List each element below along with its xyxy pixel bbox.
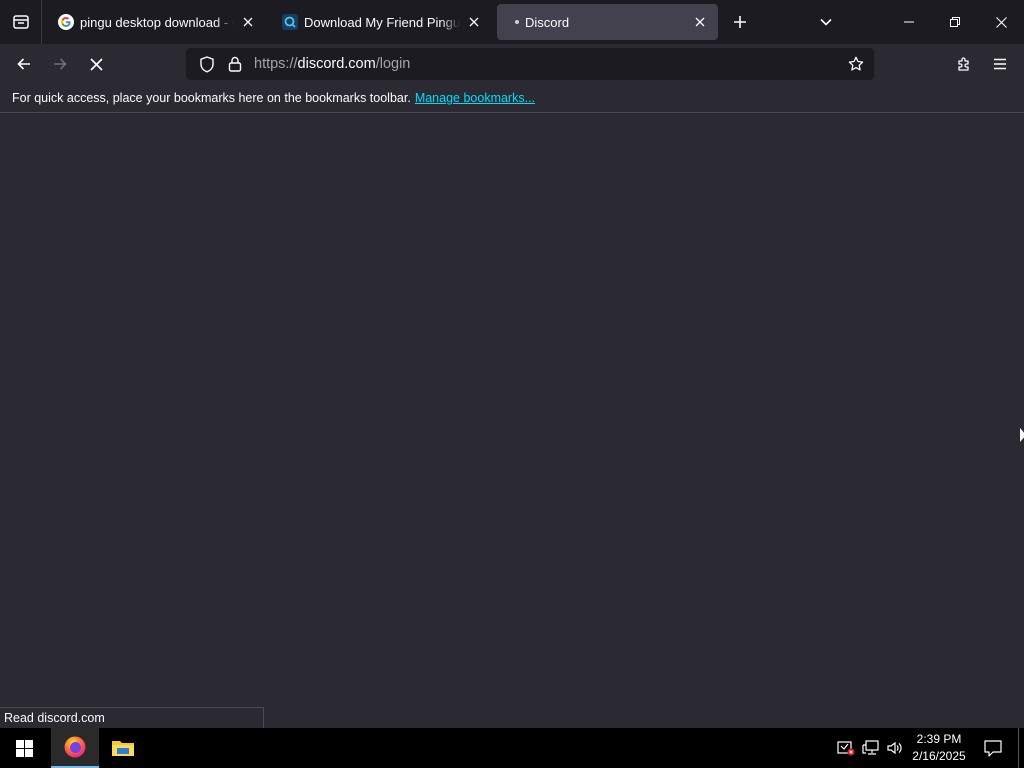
bookmarks-empty-message: For quick access, place your bookmarks h… bbox=[12, 91, 411, 105]
windows-taskbar: 2:39 PM 2/16/2025 bbox=[0, 728, 1024, 768]
taskbar-file-explorer[interactable] bbox=[99, 728, 147, 768]
app-menu-button[interactable] bbox=[984, 48, 1016, 80]
plus-icon bbox=[734, 16, 746, 28]
tab-title: pingu desktop download - Goo bbox=[80, 14, 234, 30]
tab-strip: pingu desktop download - Goo Download My… bbox=[0, 0, 1024, 44]
stop-loading-button[interactable] bbox=[80, 48, 112, 80]
tab-title: Discord bbox=[525, 14, 570, 30]
windows-logo-icon bbox=[15, 739, 33, 757]
tab-download-pingu[interactable]: Download My Friend Pingu by bbox=[272, 4, 492, 40]
back-button[interactable] bbox=[8, 48, 40, 80]
firefox-view-icon bbox=[12, 15, 29, 29]
hamburger-menu-icon bbox=[994, 58, 1006, 70]
bookmark-star-icon[interactable] bbox=[844, 52, 868, 76]
url-path: /login bbox=[375, 56, 411, 72]
close-tab-icon[interactable] bbox=[466, 14, 482, 30]
status-panel: Read discord.com bbox=[0, 707, 264, 728]
stop-x-icon bbox=[89, 57, 103, 71]
firefox-view-button[interactable] bbox=[0, 0, 42, 44]
tracking-protection-shield-icon[interactable] bbox=[192, 55, 222, 73]
minimize-button[interactable] bbox=[886, 0, 932, 44]
mouse-cursor-icon bbox=[1020, 428, 1024, 442]
tab-google-search[interactable]: pingu desktop download - Goo bbox=[48, 4, 266, 40]
google-g-icon bbox=[58, 14, 74, 30]
action-center-button[interactable] bbox=[978, 728, 1008, 768]
forward-button[interactable] bbox=[44, 48, 76, 80]
close-tab-icon[interactable] bbox=[692, 14, 708, 30]
chevron-down-icon bbox=[820, 18, 832, 26]
notification-icon bbox=[984, 739, 1002, 757]
clock-date: 2/16/2025 bbox=[912, 749, 966, 763]
url-scheme: https:// bbox=[254, 56, 298, 72]
minimize-icon bbox=[904, 21, 914, 23]
volume-tray-icon[interactable] bbox=[885, 738, 905, 758]
tab-title: Download My Friend Pingu by bbox=[304, 14, 460, 30]
url-text[interactable]: https://discord.com/login bbox=[254, 56, 410, 72]
page-content-area[interactable] bbox=[0, 113, 1024, 728]
show-desktop-button[interactable] bbox=[1018, 728, 1024, 768]
restore-button[interactable] bbox=[932, 0, 978, 44]
taskbar-clock[interactable]: 2:39 PM 2/16/2025 bbox=[908, 731, 970, 765]
url-host: discord.com bbox=[297, 56, 376, 72]
close-window-button[interactable] bbox=[978, 0, 1024, 44]
navigation-toolbar: https://discord.com/login bbox=[0, 44, 1024, 84]
search-favicon-icon bbox=[282, 14, 298, 30]
arrow-right-icon bbox=[54, 58, 67, 70]
manage-bookmarks-link[interactable]: Manage bookmarks... bbox=[415, 91, 535, 105]
lock-icon[interactable] bbox=[222, 56, 248, 72]
extensions-button[interactable] bbox=[948, 48, 980, 80]
puzzle-piece-icon bbox=[958, 57, 969, 71]
bookmarks-toolbar: For quick access, place your bookmarks h… bbox=[0, 84, 1024, 113]
restore-icon bbox=[950, 17, 960, 27]
new-tab-button[interactable] bbox=[724, 6, 756, 38]
folder-icon bbox=[112, 741, 134, 756]
tab-discord[interactable]: Discord bbox=[497, 4, 718, 40]
list-all-tabs-button[interactable] bbox=[810, 6, 842, 38]
start-button[interactable] bbox=[0, 728, 48, 768]
clock-time: 2:39 PM bbox=[916, 732, 962, 746]
tab-loading-icon bbox=[515, 20, 519, 24]
close-tab-icon[interactable] bbox=[240, 14, 256, 30]
taskbar-firefox[interactable] bbox=[51, 728, 99, 768]
security-alert-tray-icon[interactable] bbox=[836, 738, 856, 758]
network-tray-icon[interactable] bbox=[861, 738, 881, 758]
arrow-left-icon bbox=[17, 58, 30, 70]
url-bar[interactable]: https://discord.com/login bbox=[186, 48, 874, 80]
firefox-icon bbox=[64, 736, 86, 758]
close-icon bbox=[995, 16, 1007, 28]
